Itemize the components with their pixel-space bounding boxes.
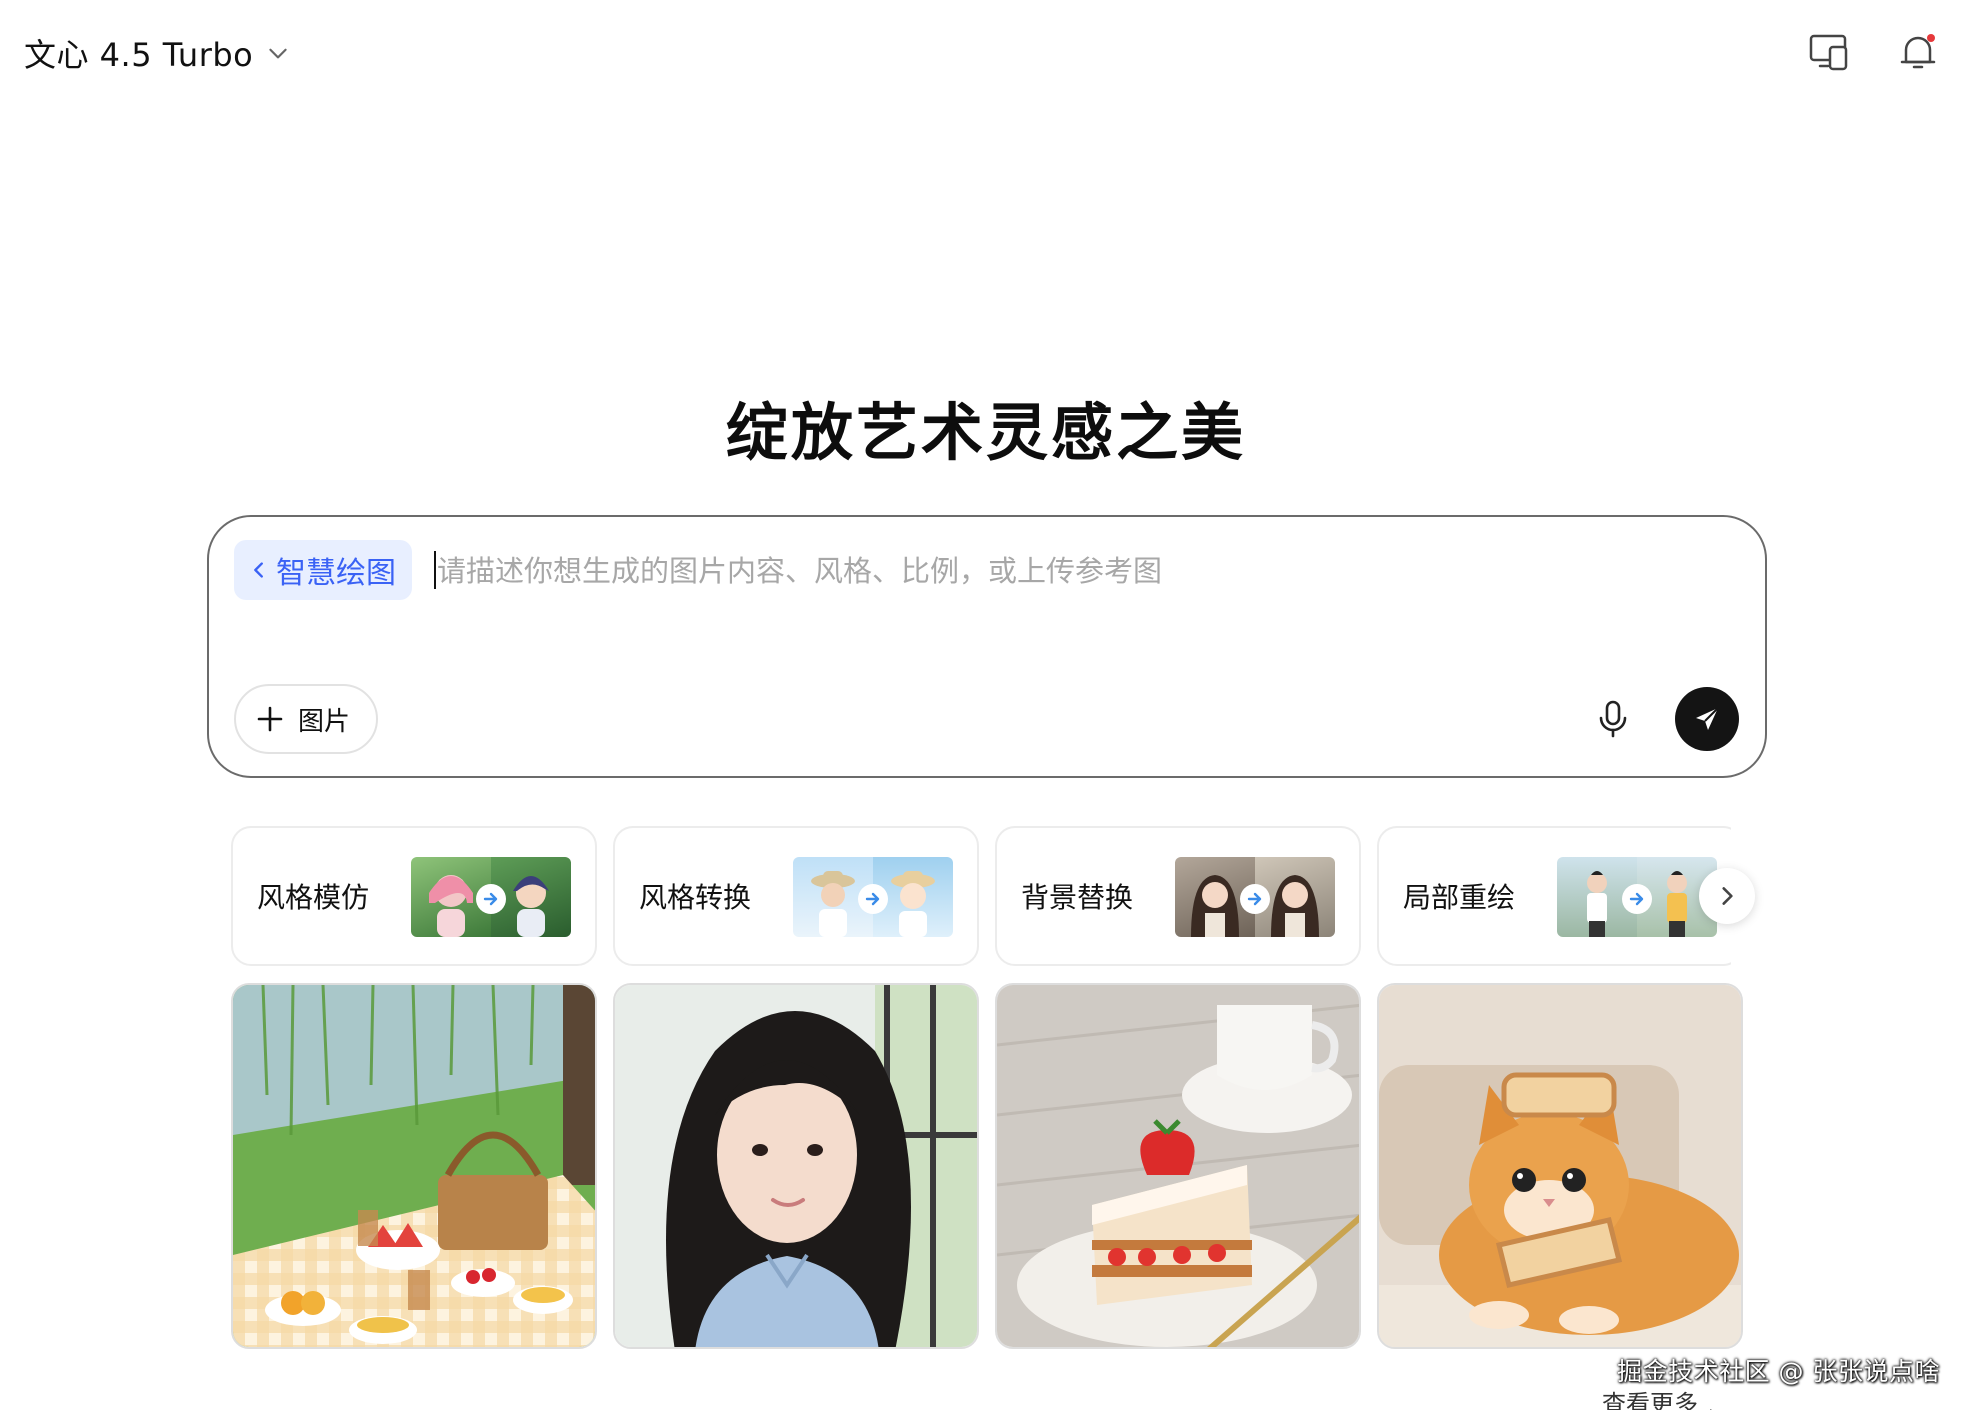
page: 文心 4.5 Turbo 绽放艺术灵感之美 智慧绘图 请描述你想生成的图片内容、…	[0, 0, 1972, 1418]
send-icon	[1696, 707, 1719, 730]
see-more-link[interactable]: 查看更多	[1602, 1386, 1724, 1410]
chevron-down-icon	[269, 48, 287, 59]
transform-arrow-icon	[1622, 884, 1652, 914]
mode-chip-label: 智慧绘图	[276, 556, 396, 591]
mode-chip-back[interactable]: 智慧绘图	[234, 540, 412, 600]
feature-card-label: 局部重绘	[1403, 881, 1516, 914]
feature-card-background-replace[interactable]: 背景替换	[995, 826, 1361, 966]
model-name: 文心 4.5 Turbo	[24, 36, 254, 74]
style-imitation-thumbnail	[411, 857, 571, 937]
gallery-item-portrait[interactable]	[613, 983, 979, 1349]
feature-cards: 风格模仿 风格转换 背景替换 局部重绘	[231, 826, 1731, 966]
notification-dot	[1927, 34, 1935, 42]
top-right-actions	[1806, 28, 1942, 76]
background-replace-thumbnail	[1175, 857, 1335, 937]
transform-arrow-icon	[858, 884, 888, 914]
feature-next-button[interactable]	[1699, 868, 1755, 924]
gallery-item-picnic[interactable]	[231, 983, 597, 1349]
strawberry-cake-image	[997, 985, 1359, 1347]
devices-icon	[1809, 34, 1848, 71]
feature-card-style-transfer[interactable]: 风格转换	[613, 826, 979, 966]
feature-card-label: 风格转换	[639, 881, 752, 914]
text-caret	[434, 551, 436, 589]
bell-icon	[1900, 34, 1936, 69]
add-image-label: 图片	[298, 706, 351, 737]
transform-arrow-icon	[1240, 884, 1270, 914]
plus-icon	[257, 706, 283, 732]
chevron-right-icon	[1722, 887, 1733, 905]
prompt-box: 智慧绘图 图片	[207, 515, 1767, 778]
gallery-item-cake[interactable]	[995, 983, 1361, 1349]
gallery-item-cat[interactable]	[1377, 983, 1743, 1349]
feature-card-style-imitation[interactable]: 风格模仿	[231, 826, 597, 966]
feature-card-inpainting[interactable]: 局部重绘	[1377, 826, 1731, 966]
notifications-button[interactable]	[1894, 28, 1942, 76]
prompt-input[interactable]	[437, 543, 1637, 599]
feature-card-label: 背景替换	[1021, 881, 1134, 914]
send-button[interactable]	[1675, 687, 1739, 751]
transform-arrow-icon	[476, 884, 506, 914]
voice-input-button[interactable]	[1589, 695, 1637, 743]
model-picker[interactable]: 文心 4.5 Turbo	[24, 30, 291, 76]
cat-with-toast-image	[1379, 985, 1741, 1347]
chevron-left-icon	[254, 562, 263, 578]
add-image-button[interactable]: 图片	[234, 684, 379, 754]
see-more-label: 查看更多	[1602, 1390, 1698, 1410]
style-transfer-thumbnail	[793, 857, 953, 937]
microphone-icon	[1599, 700, 1627, 738]
portrait-image	[615, 985, 977, 1347]
chevron-right-icon	[1710, 1409, 1712, 1410]
inpainting-thumbnail	[1557, 857, 1717, 937]
watermark: 掘金技术社区 @ 张张说点啥	[1617, 1357, 1940, 1386]
feature-card-label: 风格模仿	[257, 881, 370, 914]
page-title: 绽放艺术灵感之美	[725, 396, 1246, 469]
picnic-image	[233, 985, 595, 1347]
devices-button[interactable]	[1806, 28, 1854, 76]
